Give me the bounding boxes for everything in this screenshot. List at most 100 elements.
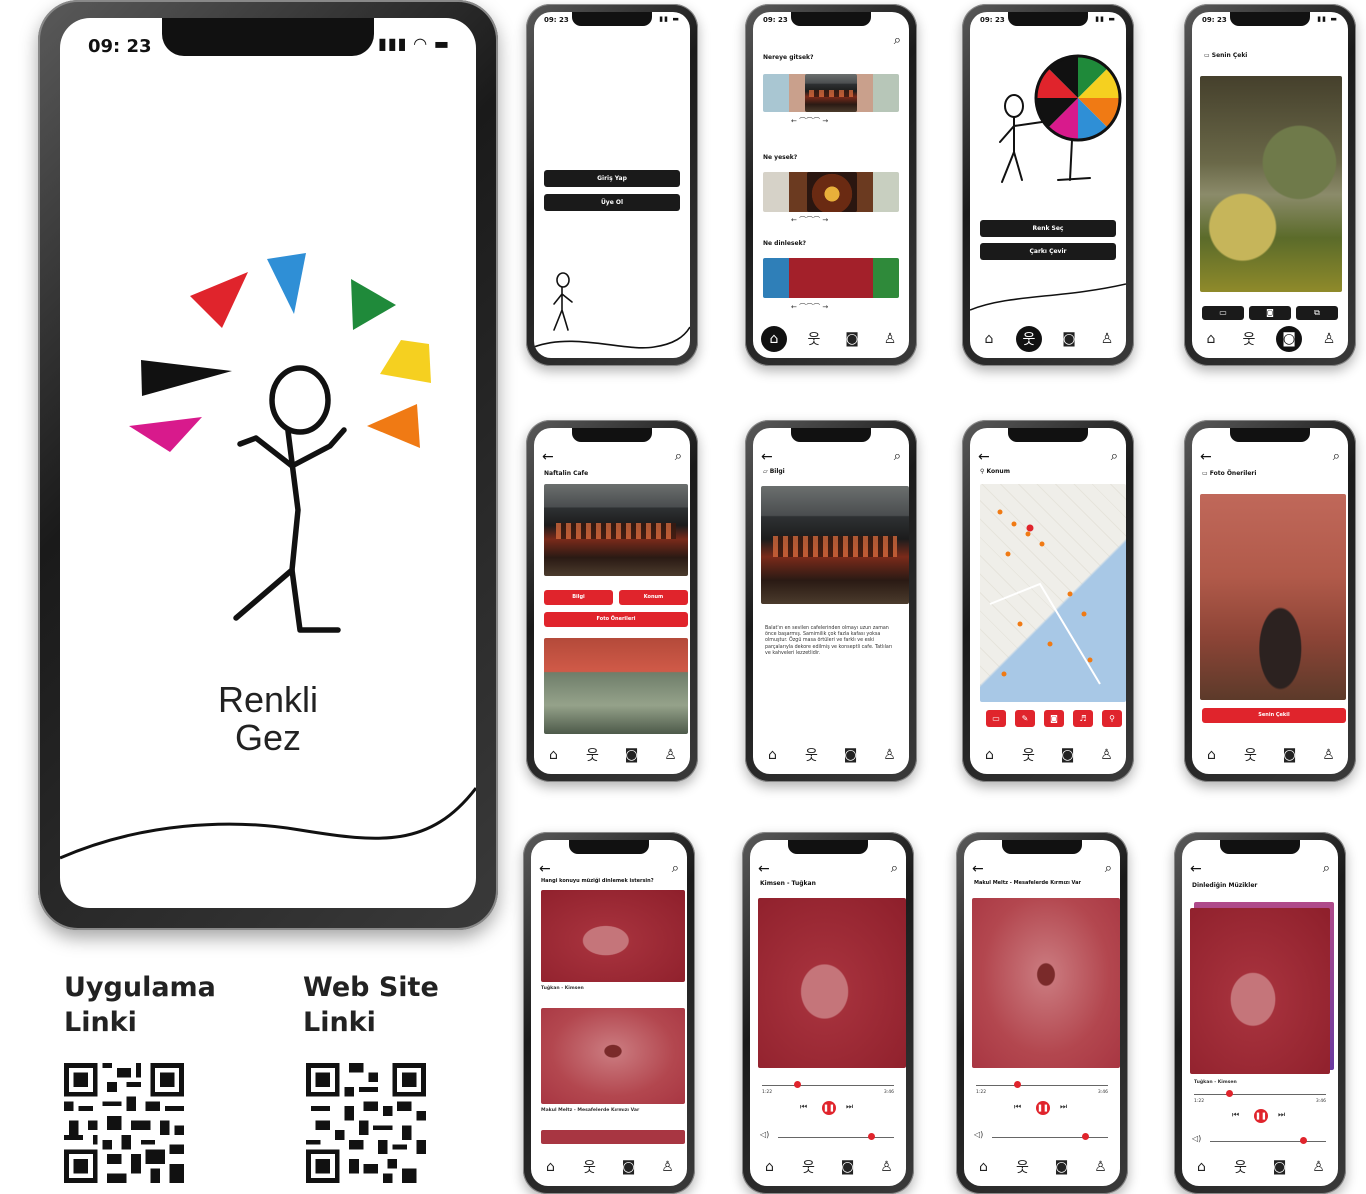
- map-filter-5-button[interactable]: ⚲: [1102, 710, 1122, 727]
- back-arrow-icon[interactable]: ←: [758, 862, 770, 876]
- camera-icon[interactable]: ◙: [1276, 326, 1302, 352]
- profile-icon[interactable]: ♙: [1308, 1156, 1330, 1178]
- profile-icon[interactable]: ♙: [876, 1156, 898, 1178]
- volume-track[interactable]: [992, 1137, 1108, 1138]
- progress-track[interactable]: [976, 1085, 1108, 1086]
- explore-figure-icon[interactable]: 웃: [582, 744, 604, 766]
- play-pause-button[interactable]: ❚❚: [822, 1101, 836, 1115]
- play-pause-button[interactable]: ❚❚: [1036, 1101, 1050, 1115]
- back-arrow-icon[interactable]: ←: [542, 450, 554, 464]
- explore-figure-icon[interactable]: 웃: [1230, 1156, 1252, 1178]
- camera-icon[interactable]: ◙: [1279, 744, 1301, 766]
- map-pins[interactable]: [980, 484, 1126, 702]
- map-filter-2-button[interactable]: ✎: [1015, 710, 1035, 727]
- progress-knob[interactable]: [1014, 1081, 1021, 1088]
- profile-icon[interactable]: ♙: [1318, 328, 1340, 350]
- search-icon[interactable]: ⌕: [672, 862, 679, 876]
- search-icon[interactable]: ⌕: [1105, 862, 1112, 876]
- play-pause-button[interactable]: ❚❚: [1254, 1109, 1268, 1123]
- take-photo-button[interactable]: Senin Çekil: [1202, 708, 1346, 723]
- progress-knob[interactable]: [794, 1081, 801, 1088]
- carousel-swipe-indicator[interactable]: ← ⌒⌒⌒ →: [791, 302, 828, 312]
- app-qr-code[interactable]: [64, 1063, 184, 1183]
- map-filter-4-button[interactable]: ♬: [1073, 710, 1093, 727]
- search-icon[interactable]: ⌕: [894, 450, 901, 464]
- search-icon[interactable]: ⌕: [891, 862, 898, 876]
- info-button[interactable]: Bilgi: [544, 590, 613, 605]
- carousel-swipe-indicator[interactable]: ← ⌒⌒⌒ →: [791, 116, 828, 126]
- next-icon[interactable]: ⏭: [846, 1102, 853, 1112]
- song-1-label[interactable]: Tuğkan - Kimsen: [541, 986, 584, 991]
- explore-figure-icon[interactable]: 웃: [801, 744, 823, 766]
- home-icon[interactable]: ⌂: [540, 1156, 562, 1178]
- web-qr-code[interactable]: [306, 1063, 426, 1183]
- back-arrow-icon[interactable]: ←: [978, 450, 990, 464]
- capture-button[interactable]: ◙: [1249, 306, 1291, 320]
- camera-icon[interactable]: ◙: [621, 744, 643, 766]
- spin-wheel-button[interactable]: Çarkı Çevir: [980, 243, 1116, 260]
- camera-icon[interactable]: ◙: [1058, 328, 1080, 350]
- music-carousel[interactable]: [763, 258, 899, 298]
- photo-tips-button[interactable]: Foto Önerileri: [544, 612, 688, 627]
- back-arrow-icon[interactable]: ←: [539, 862, 551, 876]
- home-icon[interactable]: ⌂: [761, 326, 787, 352]
- search-icon[interactable]: ⌕: [894, 34, 901, 48]
- carousel-swipe-indicator[interactable]: ← ⌒⌒⌒ →: [791, 215, 828, 225]
- camera-icon[interactable]: ◙: [837, 1156, 859, 1178]
- previous-icon[interactable]: ⏮: [1014, 1102, 1021, 1112]
- camera-icon[interactable]: ◙: [841, 328, 863, 350]
- food-carousel[interactable]: [763, 172, 899, 212]
- profile-icon[interactable]: ♙: [657, 1156, 679, 1178]
- places-carousel[interactable]: [763, 74, 899, 112]
- home-icon[interactable]: ⌂: [543, 744, 565, 766]
- search-icon[interactable]: ⌕: [1111, 450, 1118, 464]
- home-icon[interactable]: ⌂: [979, 744, 1001, 766]
- profile-icon[interactable]: ♙: [1318, 744, 1340, 766]
- choose-color-button[interactable]: Renk Seç: [980, 220, 1116, 237]
- previous-icon[interactable]: ⏮: [1232, 1110, 1239, 1120]
- profile-icon[interactable]: ♙: [660, 744, 682, 766]
- camera-icon[interactable]: ◙: [1057, 744, 1079, 766]
- volume-knob[interactable]: [868, 1133, 875, 1140]
- explore-figure-icon[interactable]: 웃: [1012, 1156, 1034, 1178]
- profile-icon[interactable]: ♙: [1096, 744, 1118, 766]
- map-filter-1-button[interactable]: ▭: [986, 710, 1006, 727]
- explore-figure-icon[interactable]: 웃: [1240, 744, 1262, 766]
- volume-knob[interactable]: [1082, 1133, 1089, 1140]
- share-button[interactable]: ⧉: [1296, 306, 1338, 320]
- map-view[interactable]: [980, 484, 1126, 702]
- camera-icon[interactable]: ◙: [840, 744, 862, 766]
- song-2-cover[interactable]: [541, 1008, 685, 1104]
- location-button[interactable]: Konum: [619, 590, 688, 605]
- volume-knob[interactable]: [1300, 1137, 1307, 1144]
- progress-track[interactable]: [762, 1085, 894, 1086]
- login-button[interactable]: Giriş Yap: [544, 170, 680, 187]
- explore-figure-icon[interactable]: 웃: [1238, 328, 1260, 350]
- signup-button[interactable]: Üye Ol: [544, 194, 680, 211]
- explore-figure-icon[interactable]: 웃: [803, 328, 825, 350]
- camera-icon[interactable]: ◙: [1051, 1156, 1073, 1178]
- camera-icon[interactable]: ◙: [1269, 1156, 1291, 1178]
- home-icon[interactable]: ⌂: [1200, 328, 1222, 350]
- progress-knob[interactable]: [1226, 1090, 1233, 1097]
- profile-icon[interactable]: ♙: [1096, 328, 1118, 350]
- song-1-cover[interactable]: [541, 890, 685, 982]
- home-icon[interactable]: ⌂: [1201, 744, 1223, 766]
- search-icon[interactable]: ⌕: [675, 450, 682, 464]
- song-3-cover[interactable]: [541, 1130, 685, 1144]
- next-icon[interactable]: ⏭: [1278, 1110, 1285, 1120]
- profile-icon[interactable]: ♙: [1090, 1156, 1112, 1178]
- map-filter-3-button[interactable]: ◙: [1044, 710, 1064, 727]
- volume-track[interactable]: [778, 1137, 894, 1138]
- next-icon[interactable]: ⏭: [1060, 1102, 1067, 1112]
- home-icon[interactable]: ⌂: [978, 328, 1000, 350]
- profile-icon[interactable]: ♙: [879, 328, 901, 350]
- color-wheel-illustration[interactable]: [970, 42, 1126, 202]
- gallery-button[interactable]: ▭: [1202, 306, 1244, 320]
- back-arrow-icon[interactable]: ←: [1190, 862, 1202, 876]
- explore-figure-icon[interactable]: 웃: [579, 1156, 601, 1178]
- food-photo[interactable]: [807, 172, 857, 212]
- home-icon[interactable]: ⌂: [759, 1156, 781, 1178]
- home-icon[interactable]: ⌂: [973, 1156, 995, 1178]
- explore-figure-icon[interactable]: 웃: [1018, 744, 1040, 766]
